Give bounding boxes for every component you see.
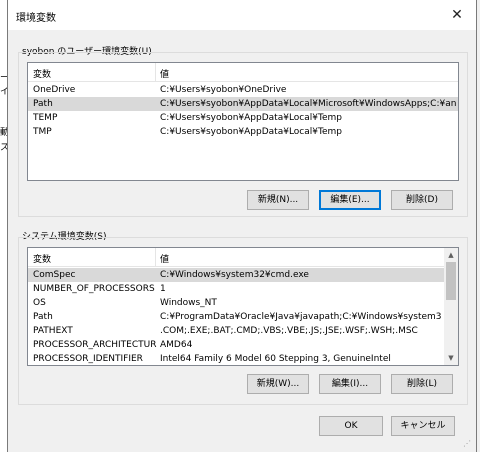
- user-new-button[interactable]: 新規(N)...: [247, 190, 309, 210]
- close-icon[interactable]: ✕: [444, 3, 470, 27]
- system-row-number-of-processors[interactable]: NUMBER_OF_PROCESSORS 1: [28, 282, 444, 296]
- system-edit-button[interactable]: 編集(I)...: [319, 374, 381, 394]
- user-row-value: C:¥Users¥syobon¥OneDrive: [160, 85, 287, 95]
- system-list-scrollbar[interactable]: ▲ ▼: [444, 248, 458, 365]
- system-row-value: C:¥ProgramData¥Oracle¥Java¥javapath;C:¥W…: [160, 312, 442, 322]
- window-title: 環境変数: [16, 13, 56, 24]
- system-row-path[interactable]: Path C:¥ProgramData¥Oracle¥Java¥javapath…: [28, 310, 444, 324]
- system-variables-list[interactable]: 変数 値 ComSpec C:¥Windows¥system32¥cmd.exe…: [27, 247, 459, 366]
- system-col-value[interactable]: 値: [160, 252, 169, 265]
- user-row-onedrive[interactable]: OneDrive C:¥Users¥syobon¥OneDrive: [28, 83, 458, 97]
- system-row-name: PROCESSOR_ARCHITECTURE: [33, 340, 157, 350]
- system-row-comspec-selected[interactable]: ComSpec C:¥Windows¥system32¥cmd.exe: [28, 268, 444, 282]
- user-row-temp[interactable]: TEMP C:¥Users¥syobon¥AppData¥Local¥Temp: [28, 111, 458, 125]
- system-row-name: PROCESSOR_IDENTIFIER: [33, 354, 143, 364]
- cancel-button[interactable]: キャンセル: [391, 416, 455, 436]
- user-row-value: C:¥Users¥syobon¥AppData¥Local¥Temp: [160, 113, 342, 123]
- system-row-value: C:¥Windows¥system32¥cmd.exe: [160, 270, 309, 280]
- user-row-name: OneDrive: [33, 85, 76, 95]
- user-list-header: 変数 値: [28, 63, 458, 82]
- user-row-name: TMP: [33, 127, 52, 137]
- user-row-path-selected[interactable]: Path C:¥Users¥syobon¥AppData¥Local¥Micro…: [28, 97, 458, 111]
- resize-grip-icon[interactable]: ⋰: [463, 439, 473, 449]
- user-row-tmp[interactable]: TMP C:¥Users¥syobon¥AppData¥Local¥Temp: [28, 125, 458, 139]
- system-row-pathext[interactable]: PATHEXT .COM;.EXE;.BAT;.CMD;.VBS;.VBE;.J…: [28, 324, 444, 338]
- user-variables-list[interactable]: 変数 値 OneDrive C:¥Users¥syobon¥OneDrive P…: [27, 62, 459, 181]
- title-bar: 環境変数 ✕: [8, 0, 476, 30]
- scrollbar-thumb[interactable]: [446, 262, 456, 300]
- system-row-value: 1: [160, 284, 166, 294]
- system-col-variable[interactable]: 変数: [33, 252, 51, 265]
- system-delete-button[interactable]: 削除(L): [391, 374, 453, 394]
- user-col-variable[interactable]: 変数: [33, 67, 51, 80]
- system-row-name: ComSpec: [33, 270, 76, 280]
- user-col-value[interactable]: 値: [160, 67, 169, 80]
- system-row-value: AMD64: [160, 340, 193, 350]
- system-row-processor-architecture[interactable]: PROCESSOR_ARCHITECTURE AMD64: [28, 338, 444, 352]
- scroll-up-icon[interactable]: ▲: [444, 248, 458, 262]
- user-row-value: C:¥Users¥syobon¥AppData¥Local¥Microsoft¥…: [160, 99, 456, 109]
- system-row-processor-identifier[interactable]: PROCESSOR_IDENTIFIER Intel64 Family 6 Mo…: [28, 352, 444, 365]
- scroll-down-icon[interactable]: ▼: [444, 351, 458, 365]
- system-row-name: Path: [33, 312, 53, 322]
- system-row-value: .COM;.EXE;.BAT;.CMD;.VBS;.VBE;.JS;.JSE;.…: [160, 326, 418, 336]
- environment-variables-dialog: 環境変数 ✕ syobon のユーザー環境変数(U) 変数 値 OneDrive…: [7, 0, 477, 452]
- user-row-value: C:¥Users¥syobon¥AppData¥Local¥Temp: [160, 127, 342, 137]
- system-list-header: 変数 値: [28, 248, 444, 267]
- system-new-button[interactable]: 新規(W)...: [247, 374, 309, 394]
- system-row-value: Windows_NT: [160, 298, 217, 308]
- ok-button[interactable]: OK: [319, 416, 383, 436]
- user-row-name: TEMP: [33, 113, 58, 123]
- user-row-name: Path: [33, 99, 53, 109]
- system-row-os[interactable]: OS Windows_NT: [28, 296, 444, 310]
- user-edit-button[interactable]: 編集(E)...: [319, 190, 381, 210]
- system-row-name: OS: [33, 298, 46, 308]
- user-delete-button[interactable]: 削除(D): [391, 190, 453, 210]
- system-row-value: Intel64 Family 6 Model 60 Stepping 3, Ge…: [160, 354, 391, 364]
- system-row-name: NUMBER_OF_PROCESSORS: [33, 284, 155, 294]
- system-col-divider[interactable]: [155, 248, 156, 266]
- system-row-name: PATHEXT: [33, 326, 73, 336]
- user-col-divider[interactable]: [155, 63, 156, 81]
